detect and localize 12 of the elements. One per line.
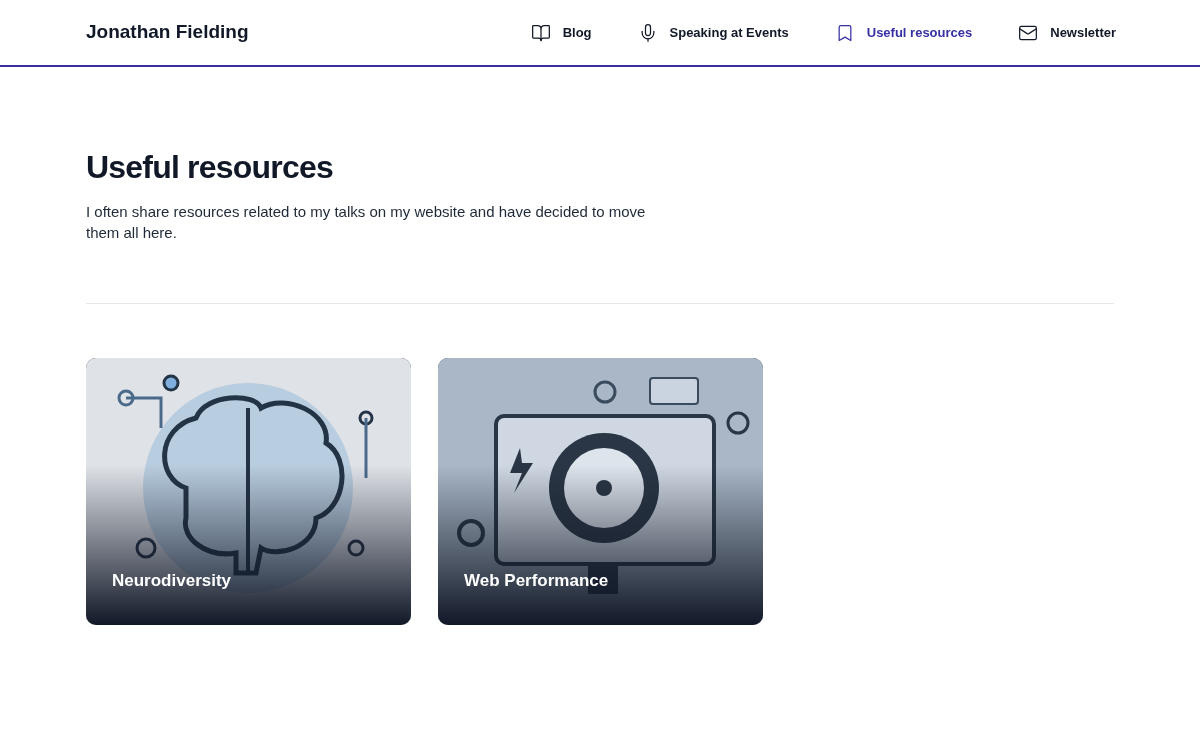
nav-link[interactable]: Newsletter: [1018, 22, 1116, 43]
nav-link[interactable]: Speaking at Events: [637, 22, 789, 43]
intro-text: I often share resources related to my talks on my website and have decided to move them all here.: [86, 202, 646, 243]
resource-card[interactable]: Neurodiversity: [86, 358, 411, 625]
site-title[interactable]: Jonathan Fielding: [86, 18, 249, 47]
page-heading: Useful resources: [86, 148, 334, 187]
nav-link[interactable]: Blog: [530, 22, 592, 43]
resource-card[interactable]: Web Performance: [438, 358, 763, 625]
nav-link[interactable]: Useful resources: [834, 22, 973, 43]
card-title: Web Performance: [464, 569, 609, 592]
book-icon: [530, 22, 551, 43]
card-title: Neurodiversity: [112, 569, 232, 592]
